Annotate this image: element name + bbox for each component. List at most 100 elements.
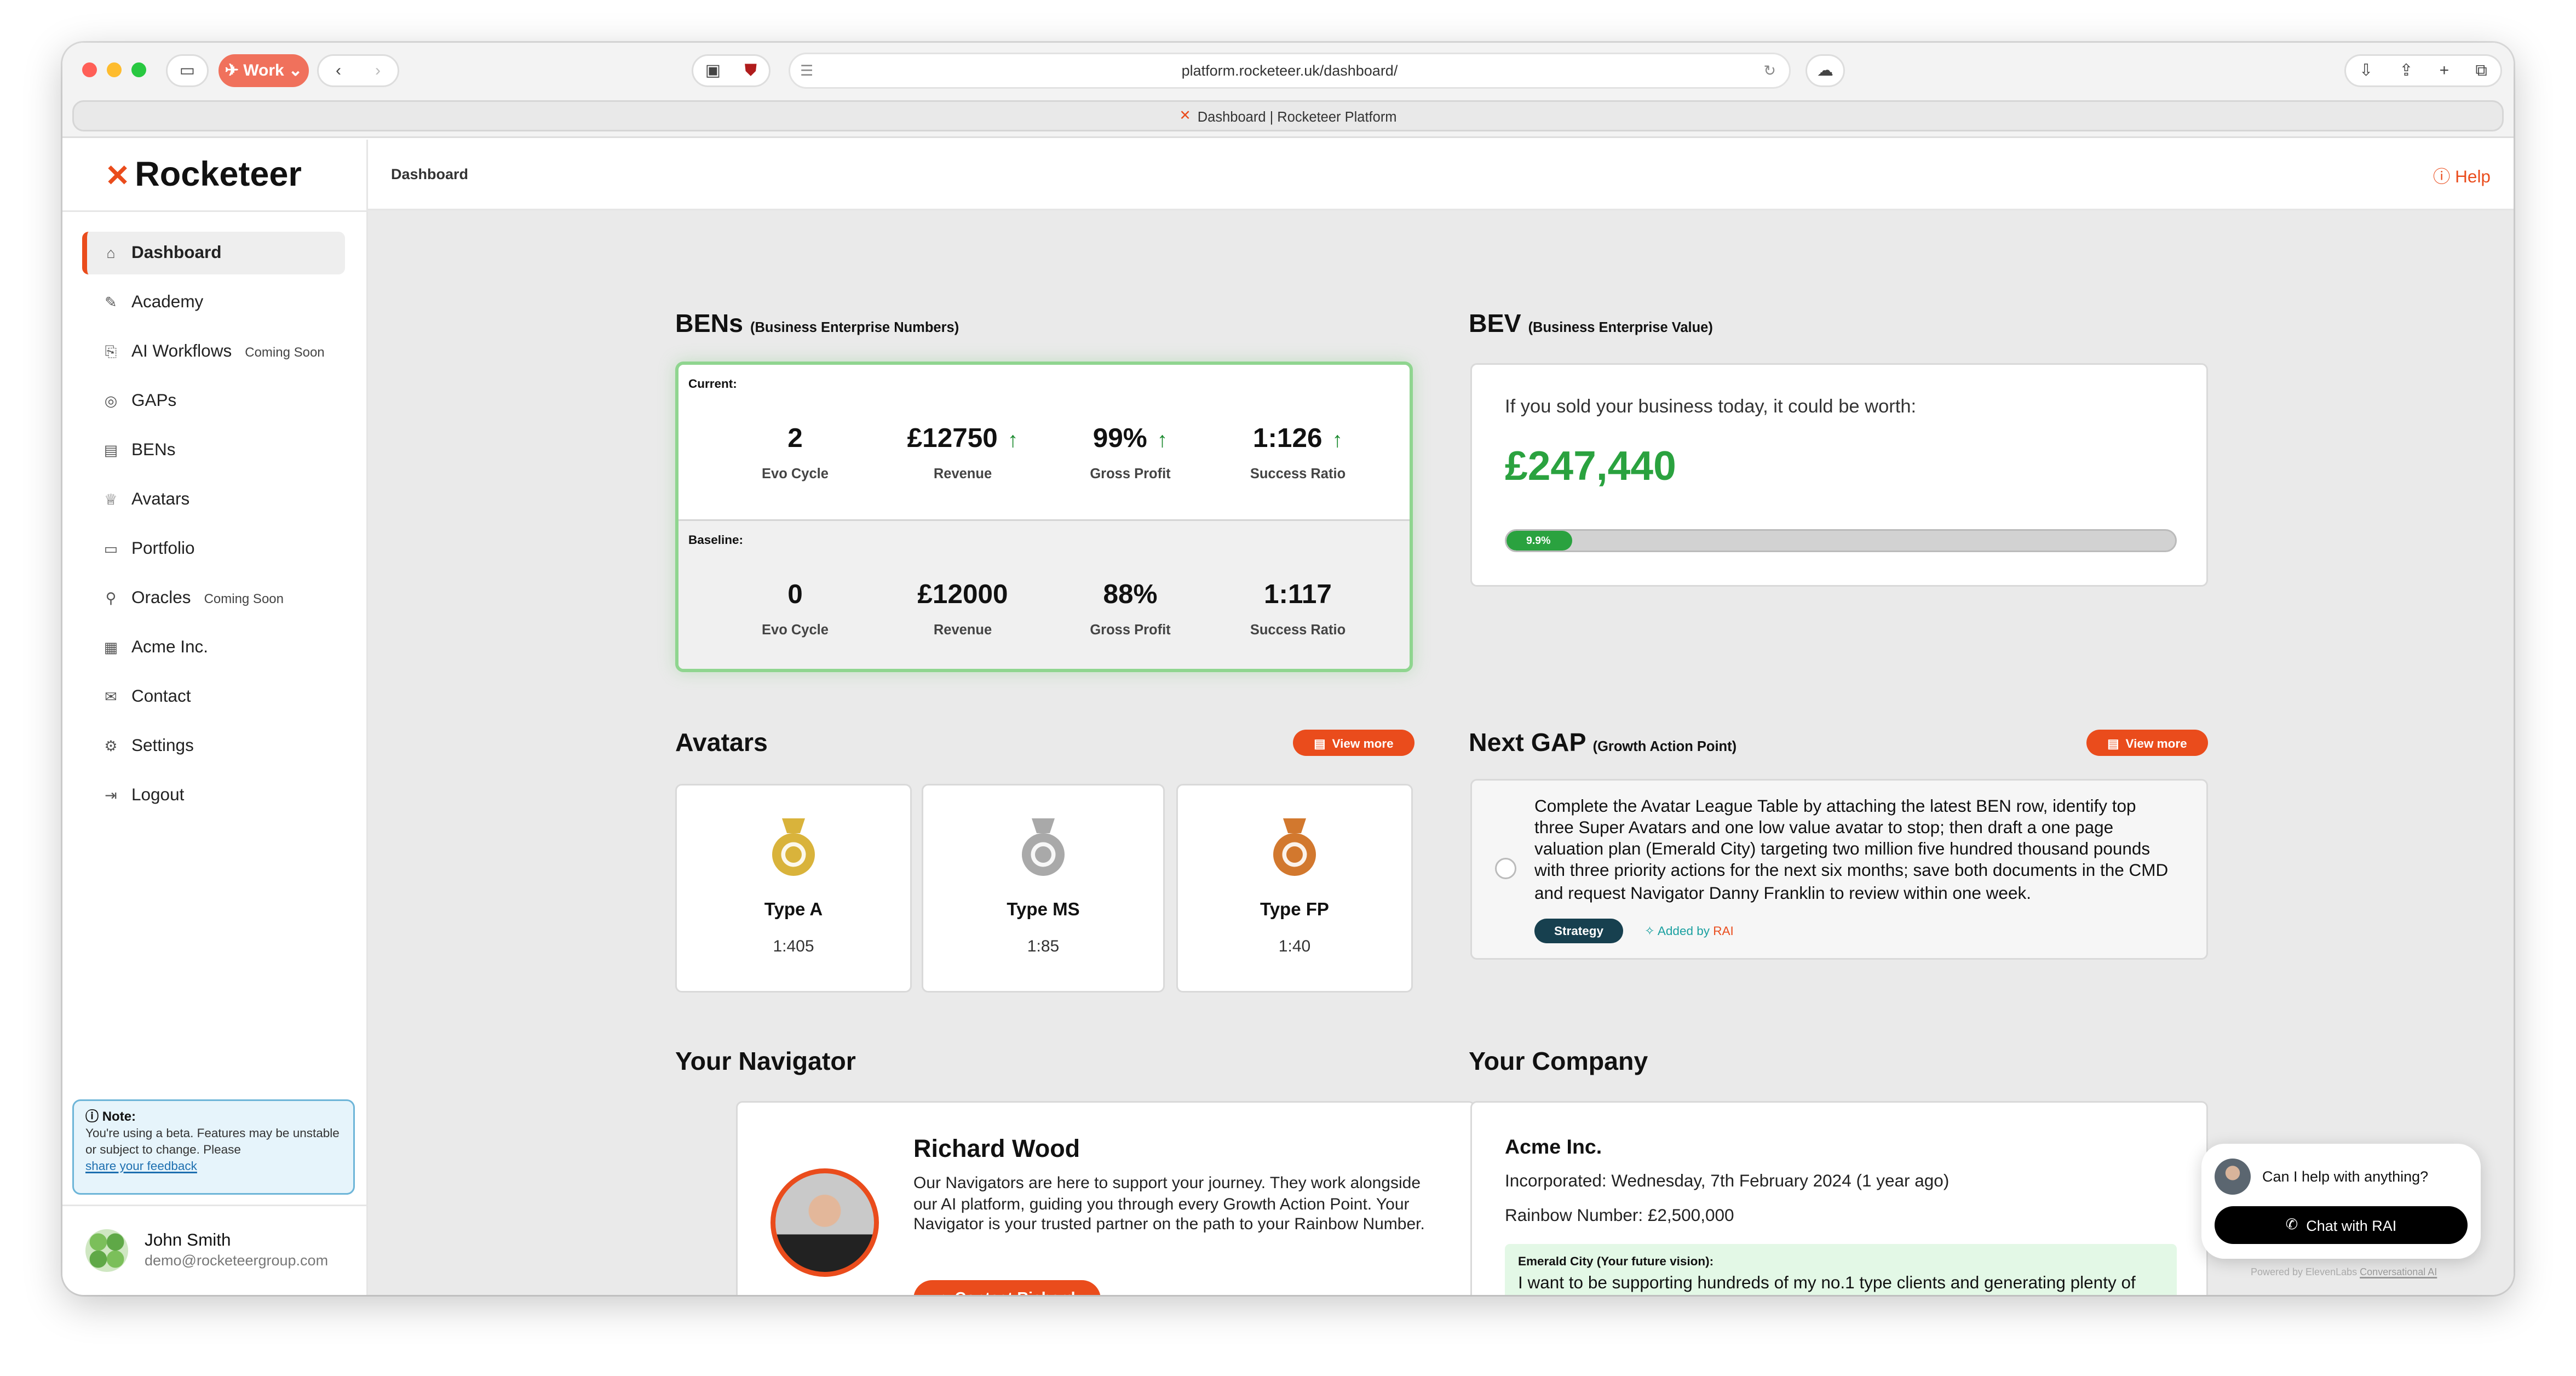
avatar-type-name: Type MS	[1007, 901, 1080, 920]
pin-icon: ⚲	[105, 589, 117, 606]
help-link[interactable]: ⓘ Help	[2433, 164, 2491, 189]
forward-icon[interactable]: ›	[375, 62, 381, 80]
share-icon[interactable]: ⇪	[2399, 62, 2413, 80]
baseline-stat: £12000 Revenue	[879, 580, 1046, 638]
url-text: platform.rocketeer.uk/dashboard/	[1181, 62, 1398, 79]
vision-text: I want to be supporting hundreds of my n…	[1518, 1274, 2136, 1293]
sidebar-item-contact[interactable]: ✉ Contact	[82, 675, 345, 718]
sidebar-item-label: Logout	[131, 786, 185, 805]
stat-label: Evo Cycle	[762, 465, 829, 481]
home-icon: ⌂	[106, 245, 116, 261]
avatars-view-more-label: View more	[1332, 735, 1394, 750]
stat-value-wrap: £12750 ↑	[879, 424, 1046, 455]
gap-view-more-button[interactable]: ▤ View more	[2086, 730, 2208, 756]
bev-subtitle: (Business Enterprise Value)	[1528, 319, 1713, 335]
contact-button-label: Contact Richard	[955, 1290, 1075, 1295]
sidebar-item-oracles[interactable]: ⚲ Oracles Coming Soon	[82, 577, 345, 620]
mail-icon: ✉	[105, 687, 117, 704]
bens-subtitle: (Business Enterprise Numbers)	[750, 319, 959, 335]
workflow-icon: ⎘	[105, 342, 117, 359]
page-header: Dashboard ⓘ Help	[368, 140, 2514, 210]
minimize-window-button[interactable]	[107, 62, 122, 77]
document-icon: ▤	[104, 441, 118, 458]
avatar-card[interactable]: Type FP 1:40	[1176, 784, 1413, 993]
contact-navigator-button[interactable]: ◌ Contact Richard	[913, 1280, 1101, 1295]
active-tab[interactable]: ✕ Dashboard | Rocketeer Platform	[72, 100, 2504, 131]
stat-label: Revenue	[933, 465, 992, 481]
profile-button[interactable]: ✈ Work ⌄	[219, 54, 309, 87]
avatar-ratio: 1:405	[773, 938, 814, 956]
gear-icon: ⚙	[104, 737, 118, 754]
feedback-link[interactable]: share your feedback	[85, 1159, 197, 1173]
chat-with-rai-button[interactable]: ✆ Chat with RAI	[2215, 1206, 2468, 1244]
gap-card: Complete the Avatar League Table by atta…	[1470, 779, 2208, 960]
powered-link[interactable]: Conversational AI	[2360, 1269, 2437, 1278]
address-bar[interactable]: ☰ platform.rocketeer.uk/dashboard/ ↻	[789, 53, 1791, 89]
stat-value-wrap: 1:117	[1214, 580, 1382, 611]
bens-title: BENs	[675, 311, 744, 339]
site-settings-icon[interactable]: ☰	[800, 62, 813, 80]
sidebar-item-label: GAPs	[131, 391, 177, 411]
assistant-avatar	[2215, 1159, 2251, 1195]
rocket-icon: ✈	[225, 61, 239, 80]
avatar-card[interactable]: Type MS 1:85	[922, 784, 1165, 993]
sidebar-item-label: Acme Inc.	[131, 638, 209, 657]
avatar-card[interactable]: Type A 1:405	[675, 784, 912, 993]
sidebar-item-dashboard[interactable]: ⌂ Dashboard	[82, 232, 345, 274]
back-icon[interactable]: ‹	[336, 62, 341, 80]
reload-icon[interactable]: ↻	[1763, 62, 1776, 80]
new-tab-icon[interactable]: +	[2440, 62, 2450, 80]
avatars-view-more-button[interactable]: ▤ View more	[1293, 730, 1415, 756]
sidebar: ✕ Rocketeer ⌂ Dashboard ✎ Academy ⎘ AI Workflo…	[62, 140, 368, 1295]
gold-medal-icon	[772, 818, 815, 876]
sidebar-item-logout[interactable]: ⇥ Logout	[82, 774, 345, 817]
coming-soon-badge: Coming Soon	[204, 590, 284, 606]
download-icon[interactable]: ⇩	[2359, 62, 2373, 80]
avatar-type-name: Type FP	[1260, 901, 1329, 920]
brand-logo[interactable]: ✕ Rocketeer	[105, 156, 302, 196]
baseline-panel: Baseline: 0 Evo Cycle £12000 Revenue 88% Gros…	[679, 519, 1410, 669]
tab-overview-icon[interactable]: ⧉	[2475, 62, 2487, 80]
sidebar-item-gaps[interactable]: ◎ GAPs	[82, 380, 345, 422]
sidebar-item-portfolio[interactable]: ▭ Portfolio	[82, 528, 345, 570]
profile-label: Work	[243, 61, 284, 80]
sidebar-item-academy[interactable]: ✎ Academy	[82, 281, 345, 324]
sidebar-item-bens[interactable]: ▤ BENs	[82, 429, 345, 472]
zoom-window-button[interactable]	[131, 62, 146, 77]
stat-value-wrap: 88%	[1046, 580, 1214, 611]
navigator-card: Richard Wood Our Navigators are here to …	[736, 1101, 1475, 1295]
stat-value-wrap: 2	[711, 424, 879, 455]
company-name: Acme Inc.	[1505, 1136, 1602, 1159]
graduation-icon: ✎	[105, 293, 117, 310]
bev-card: If you sold your business today, it coul…	[1470, 363, 2208, 587]
beta-note: ⓘ Note: You're using a beta. Features ma…	[72, 1099, 355, 1195]
coming-soon-badge: Coming Soon	[245, 344, 325, 359]
gap-complete-radio[interactable]	[1495, 858, 1516, 879]
target-icon: ◎	[104, 392, 118, 409]
browser-titlebar: ▭ ✈ Work ⌄ ‹ › ▣ ⛊ ☰ platform.rocketeer.uk…	[62, 43, 2514, 138]
arrow-up-icon: ↑	[1332, 427, 1343, 452]
sidebar-item-ai-workflows[interactable]: ⎘ AI Workflows Coming Soon	[82, 330, 345, 373]
sidebar-item-avatars[interactable]: ♕ Avatars	[82, 478, 345, 521]
current-stat: 1:126 ↑ Success Ratio	[1214, 424, 1382, 481]
sidebar-item-acme-inc[interactable]: ▦ Acme Inc.	[82, 626, 345, 669]
breadcrumb: Dashboard	[391, 166, 469, 182]
user-profile[interactable]: John Smith demo@rocketeergroup.com	[62, 1205, 368, 1295]
sidebar-toggle-icon[interactable]: ▭	[166, 54, 209, 87]
calendar-extension-icon[interactable]: ▣	[705, 62, 721, 80]
baseline-stat: 1:117 Success Ratio	[1214, 580, 1382, 638]
stat-label: Gross Profit	[1090, 621, 1171, 638]
sparkle-icon: ✧	[1645, 924, 1655, 938]
added-by-label: Added by	[1657, 924, 1710, 938]
briefcase-icon: ▭	[104, 540, 118, 557]
trophy-icon: ♕	[104, 490, 118, 507]
user-email: demo@rocketeergroup.com	[145, 1252, 329, 1269]
shield-extension-icon[interactable]: ⛊	[745, 62, 757, 80]
close-window-button[interactable]	[82, 62, 97, 77]
bev-progress-bar: 9.9%	[1505, 529, 2177, 552]
stat-label: Revenue	[933, 621, 992, 638]
current-stat: £12750 ↑ Revenue	[879, 424, 1046, 481]
cloud-icon[interactable]: ☁	[1806, 54, 1845, 87]
sidebar-item-settings[interactable]: ⚙ Settings	[82, 725, 345, 767]
stat-value-wrap: 1:126 ↑	[1214, 424, 1382, 455]
